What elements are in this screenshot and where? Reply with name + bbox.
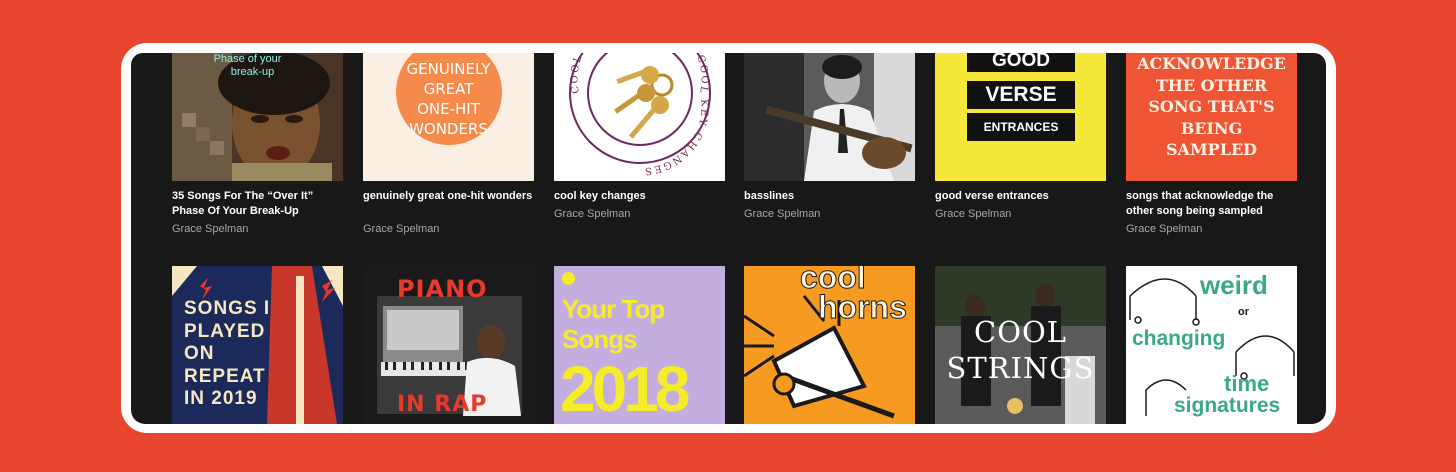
cover-text-timesig-5: signatures [1174,394,1281,417]
cover-image-top2018[interactable]: Your Top Songs 2018 [554,266,725,424]
cover-line: Your Top [562,294,665,324]
cover-text-strings: COOL STRINGS [935,314,1106,386]
cover-line: STRINGS [946,351,1095,385]
playlist-grid: Phase of your break-up 35 Songs For The … [131,53,1326,424]
cover-text-repeat2019: SONGS I PLAYED ON REPEAT IN 2019 [184,298,270,411]
cover-text-timesig-2: or [1238,306,1249,318]
cover-line: COOL [974,315,1067,349]
cover-line: ON [184,343,215,364]
cover-text-timesig-1: weird [1200,270,1268,300]
playlist-card-timesig[interactable]: weird or changing time signatures [1126,53,1297,424]
playlist-card-top2018[interactable]: Your Top Songs 2018 [554,53,725,424]
cover-image-pianorap[interactable]: PIANO IN RAP [363,266,534,424]
cover-title-top: PIANO [397,275,488,303]
cover-year: 2018 [560,353,690,424]
cover-line: SONGS I [184,298,271,319]
cover-text-timesig-3: changing [1132,327,1226,350]
cover-text-horns-2: horns [818,289,908,325]
cover-image-timesig[interactable]: weird or changing time signatures [1126,266,1297,424]
cover-image-horns[interactable]: cool horns [744,266,915,424]
cover-line: PLAYED [184,320,266,342]
cover-line: Songs [562,324,637,354]
playlist-card-horns[interactable]: cool horns [744,53,915,424]
playlist-card-strings[interactable]: COOL STRINGS [935,53,1106,424]
cover-line: REPEAT [184,365,266,387]
cover-image-repeat2019[interactable]: SONGS I PLAYED ON REPEAT IN 2019 [172,266,343,424]
cover-text-top2018: Your Top Songs [562,294,665,354]
cover-text-timesig-4: time [1224,371,1270,396]
cover-image-strings[interactable]: COOL STRINGS [935,266,1106,424]
playlist-card-pianorap[interactable]: PIANO IN RAP [363,53,534,424]
cover-line: IN 2019 [184,388,258,409]
playlist-card-repeat2019[interactable]: SONGS I PLAYED ON REPEAT IN 2019 [172,53,343,424]
spotify-logo-icon [562,272,575,285]
cover-title-bottom: IN RAP [397,392,488,417]
